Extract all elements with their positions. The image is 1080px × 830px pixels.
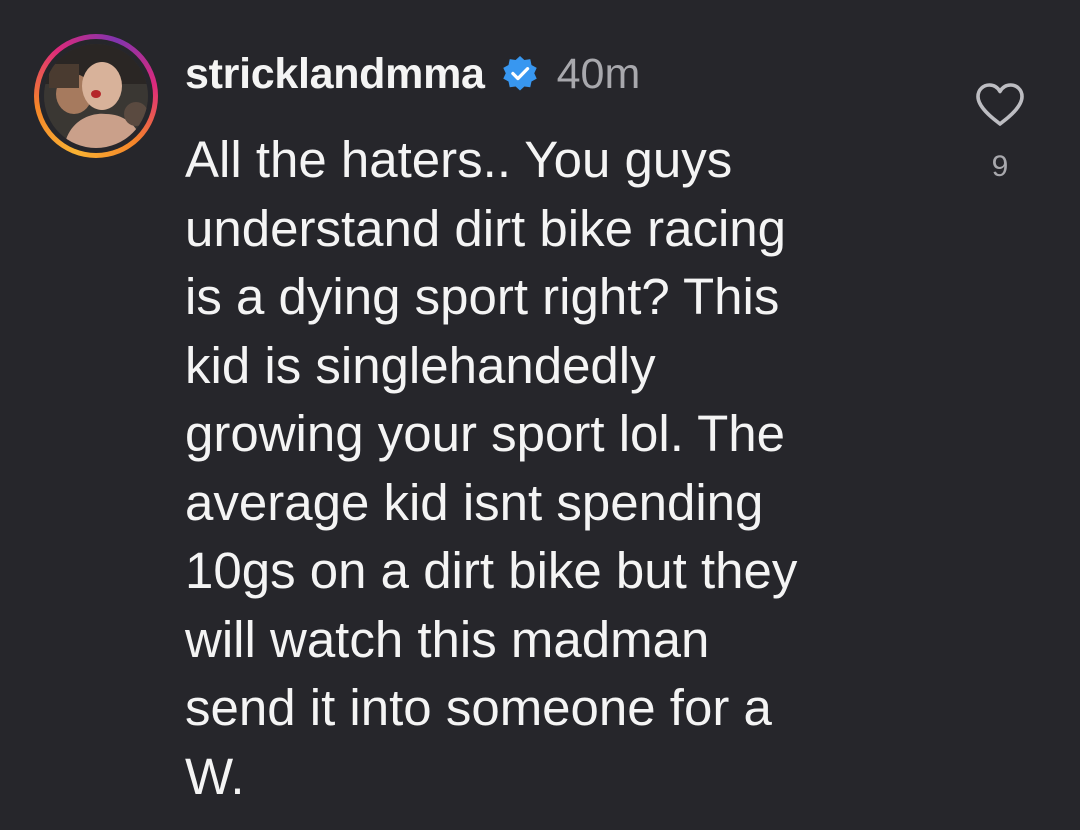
verified-badge-icon (501, 55, 539, 93)
like-count[interactable]: 9 (974, 150, 1026, 184)
comment-text-line: is a dying sport right? This (185, 268, 780, 325)
comment: stricklandmma 40m All the haters.. You g… (0, 0, 1080, 830)
comment-text-line: 10gs on a dirt bike but they (185, 542, 798, 599)
comment-text-line: will watch this madman (185, 610, 710, 668)
comment-text-line: kid is singlehandedly (185, 336, 656, 394)
comment-text-line: send it into someone for a (185, 679, 772, 736)
comment-text-line: average kid isnt spending (185, 473, 764, 531)
avatar-image (44, 44, 148, 148)
avatar[interactable] (34, 34, 158, 158)
comment-text-line: growing your sport lol. The (185, 405, 786, 462)
comment-header: stricklandmma 40m (185, 44, 640, 104)
comment-text: All the haters.. You guys understand dir… (185, 126, 945, 811)
comment-text-line: W. (185, 747, 245, 805)
comment-timestamp: 40m (556, 49, 641, 98)
username-link[interactable]: stricklandmma (185, 50, 485, 99)
heart-outline-icon (976, 83, 1024, 126)
comment-text-line: understand dirt bike racing (185, 199, 787, 257)
like-button[interactable] (974, 82, 1026, 128)
avatar-story-ring-gap (39, 39, 153, 153)
comment-text-line: All the haters.. You guys (185, 131, 733, 188)
